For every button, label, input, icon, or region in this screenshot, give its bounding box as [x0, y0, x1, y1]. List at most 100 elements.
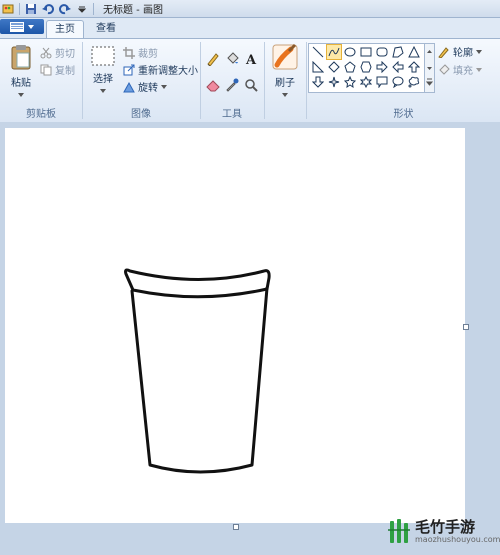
- four-point-star-shape-icon[interactable]: [327, 75, 341, 89]
- shapes-gallery-scrollbar[interactable]: [424, 43, 435, 93]
- color-picker-icon[interactable]: [224, 77, 240, 93]
- right-triangle-shape-icon[interactable]: [311, 60, 325, 74]
- hexagon-shape-icon[interactable]: [359, 60, 373, 74]
- customize-qat-icon[interactable]: [76, 3, 88, 15]
- qat-separator: [19, 2, 20, 15]
- select-icon: [91, 46, 115, 66]
- drawing-canvas[interactable]: [5, 128, 465, 523]
- copy-icon: [40, 64, 52, 75]
- five-point-star-shape-icon[interactable]: [343, 75, 357, 89]
- chevron-down-icon: [18, 93, 24, 97]
- app-icon[interactable]: [2, 3, 14, 15]
- paste-icon: [11, 45, 31, 70]
- crop-button[interactable]: 裁剪: [123, 45, 158, 60]
- select-button[interactable]: 选择: [88, 45, 118, 96]
- cloud-callout-shape-icon[interactable]: [407, 75, 421, 89]
- rectangular-callout-shape-icon[interactable]: [375, 75, 389, 89]
- rotate-icon: [123, 81, 135, 92]
- paint-menu-icon: [10, 21, 24, 32]
- brushes-button[interactable]: 刷子: [269, 43, 301, 100]
- title-bar: 无标题 - 画图: [0, 0, 500, 18]
- quick-access-toolbar: 无标题 - 画图: [0, 1, 163, 16]
- down-arrow-shape-icon[interactable]: [311, 75, 325, 89]
- right-arrow-shape-icon[interactable]: [375, 60, 389, 74]
- brush-icon: [272, 43, 298, 70]
- crop-label: 裁剪: [138, 49, 158, 60]
- brushes-group: 刷子: [265, 39, 305, 122]
- workspace: [0, 122, 500, 555]
- paste-label: 粘贴: [11, 78, 31, 89]
- fill-icon: [439, 63, 450, 75]
- left-arrow-shape-icon[interactable]: [391, 60, 405, 74]
- shapes-group-label: 形状: [393, 109, 414, 120]
- pentagon-shape-icon[interactable]: [343, 60, 357, 74]
- copy-label: 复制: [55, 66, 75, 77]
- polygon-shape-icon[interactable]: [391, 45, 405, 59]
- eraser-icon[interactable]: [205, 77, 221, 93]
- bamboo-logo-icon: [388, 519, 410, 543]
- image-group: 选择 裁剪 重新调整大小 旋转 图像: [83, 39, 199, 122]
- magnifier-icon[interactable]: [243, 77, 259, 93]
- triangle-shape-icon[interactable]: [407, 45, 421, 59]
- rotate-label: 旋转: [138, 83, 158, 94]
- clipboard-group-label: 剪贴板: [26, 109, 56, 120]
- svg-text:A: A: [245, 53, 257, 66]
- outline-label: 轮廓: [453, 48, 473, 59]
- outline-pen-icon: [438, 46, 449, 58]
- paste-button[interactable]: 粘贴: [6, 43, 36, 100]
- qat-separator: [93, 2, 94, 15]
- rectangle-shape-icon[interactable]: [359, 45, 373, 59]
- up-arrow-shape-icon[interactable]: [407, 60, 421, 74]
- tools-group-label: 工具: [222, 109, 242, 120]
- brushes-label: 刷子: [275, 78, 295, 89]
- ribbon: 粘贴 剪切 复制 剪贴板 选择 裁剪 重新调整大小 旋转 图像 A 工具 刷子 …: [0, 38, 500, 123]
- resize-button[interactable]: 重新调整大小: [123, 62, 198, 77]
- pencil-icon[interactable]: [205, 51, 221, 67]
- cut-button[interactable]: 剪切: [40, 45, 75, 60]
- redo-icon[interactable]: [59, 3, 71, 15]
- fill-bucket-icon[interactable]: [224, 51, 240, 67]
- undo-icon[interactable]: [42, 3, 54, 15]
- six-point-star-shape-icon[interactable]: [359, 75, 373, 89]
- window-title: 无标题 - 画图: [103, 5, 163, 16]
- crop-icon: [123, 46, 135, 59]
- paint-menu-button[interactable]: [0, 19, 44, 34]
- resize-handle-right[interactable]: [463, 324, 469, 330]
- text-tool-icon[interactable]: A: [243, 51, 259, 67]
- tab-view[interactable]: 查看: [88, 20, 124, 38]
- fill-button[interactable]: 填充: [438, 62, 482, 77]
- scissors-icon: [40, 47, 52, 58]
- rotate-button[interactable]: 旋转: [123, 79, 167, 94]
- line-shape-icon[interactable]: [311, 45, 325, 59]
- image-group-label: 图像: [131, 109, 151, 120]
- clipboard-group: 粘贴 剪切 复制 剪贴板: [0, 39, 82, 122]
- chevron-down-icon: [282, 93, 288, 97]
- curve-shape-icon[interactable]: [326, 44, 342, 60]
- chevron-down-icon: [161, 84, 167, 89]
- copy-button[interactable]: 复制: [40, 62, 75, 77]
- chevron-down-icon: [100, 89, 106, 93]
- shapes-gallery: [308, 43, 426, 93]
- diamond-shape-icon[interactable]: [327, 60, 341, 74]
- select-label: 选择: [93, 74, 113, 85]
- tab-home[interactable]: 主页: [46, 20, 84, 39]
- save-icon[interactable]: [25, 3, 37, 15]
- watermark: 毛竹手游 maozhushouyou.com: [386, 518, 500, 544]
- chevron-down-icon: [476, 49, 482, 54]
- resize-label: 重新调整大小: [138, 66, 198, 77]
- oval-shape-icon[interactable]: [343, 45, 357, 59]
- outline-button[interactable]: 轮廓: [438, 44, 482, 59]
- cut-label: 剪切: [55, 49, 75, 60]
- oval-callout-shape-icon[interactable]: [391, 75, 405, 89]
- resize-icon: [123, 64, 135, 75]
- paper-cup-drawing: [124, 268, 271, 474]
- chevron-down-icon: [28, 24, 34, 29]
- rounded-rectangle-shape-icon[interactable]: [375, 45, 389, 59]
- resize-handle-bottom[interactable]: [233, 524, 239, 530]
- fill-label: 填充: [453, 66, 473, 77]
- watermark-name: 毛竹手游: [415, 517, 476, 536]
- watermark-url: maozhushouyou.com: [415, 534, 500, 544]
- ribbon-tab-row: 主页 查看: [0, 18, 500, 39]
- chevron-down-icon: [476, 67, 482, 72]
- tools-group: A 工具: [201, 39, 263, 122]
